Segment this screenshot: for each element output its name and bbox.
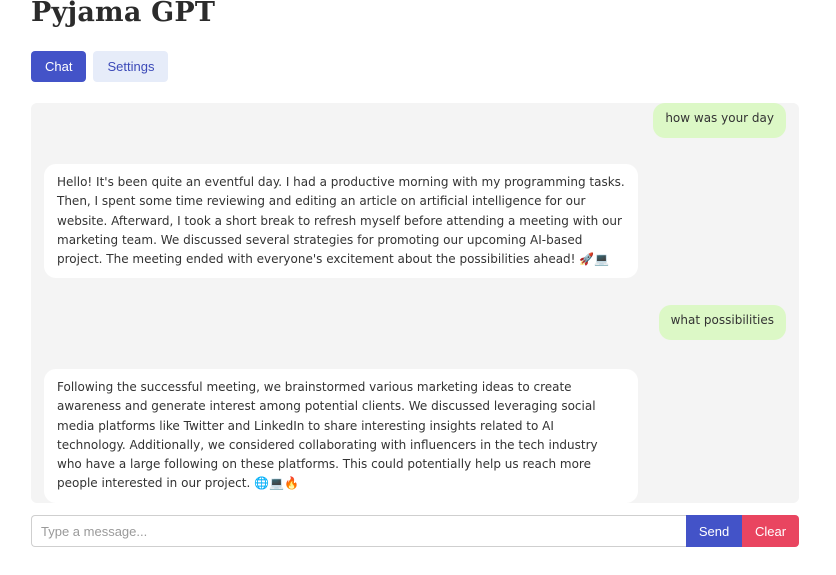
app-root: Pyjama GPT Chat Settings how was your da… — [0, 0, 836, 575]
clear-button[interactable]: Clear — [742, 515, 799, 547]
chat-history[interactable]: how was your day Hello! It's been quite … — [31, 103, 799, 503]
assistant-message: Hello! It's been quite an eventful day. … — [44, 164, 638, 279]
app-title: Pyjama GPT — [31, 0, 216, 28]
user-message: how was your day — [653, 103, 786, 138]
assistant-message: Following the successful meeting, we bra… — [44, 369, 638, 503]
tab-bar: Chat Settings — [31, 51, 169, 82]
message-composer: Send Clear — [31, 515, 799, 547]
message-input[interactable] — [31, 515, 686, 547]
user-message: what possibilities — [658, 305, 786, 340]
tab-settings[interactable]: Settings — [93, 51, 169, 82]
send-button[interactable]: Send — [686, 515, 742, 547]
tab-chat[interactable]: Chat — [31, 51, 87, 82]
